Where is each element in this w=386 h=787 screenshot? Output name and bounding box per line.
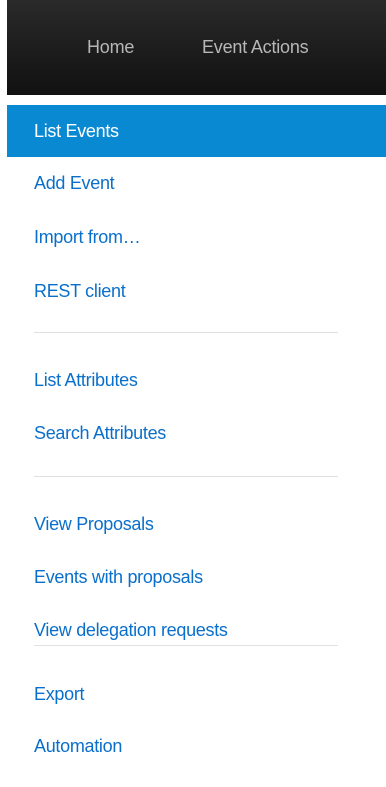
top-navbar: Home Event Actions — [7, 0, 386, 95]
menu-item-list-events[interactable]: List Events — [7, 105, 386, 157]
menu-item-view-delegation-requests[interactable]: View delegation requests — [7, 605, 386, 655]
menu-item-add-event[interactable]: Add Event — [7, 158, 386, 208]
menu-item-list-attributes[interactable]: List Attributes — [7, 355, 386, 405]
menu-item-search-attributes[interactable]: Search Attributes — [7, 408, 386, 458]
menu-item-export[interactable]: Export — [7, 669, 386, 719]
menu-divider — [34, 332, 338, 333]
menu-divider — [34, 645, 338, 646]
menu-item-import-from[interactable]: Import from… — [7, 212, 386, 262]
menu-divider — [34, 476, 338, 477]
menu-item-view-proposals[interactable]: View Proposals — [7, 499, 386, 549]
nav-home-link[interactable]: Home — [87, 36, 134, 58]
menu-item-automation[interactable]: Automation — [7, 721, 386, 771]
nav-event-actions-dropdown[interactable]: Event Actions — [202, 36, 309, 58]
menu-item-rest-client[interactable]: REST client — [7, 266, 386, 316]
menu-item-events-with-proposals[interactable]: Events with proposals — [7, 552, 386, 602]
